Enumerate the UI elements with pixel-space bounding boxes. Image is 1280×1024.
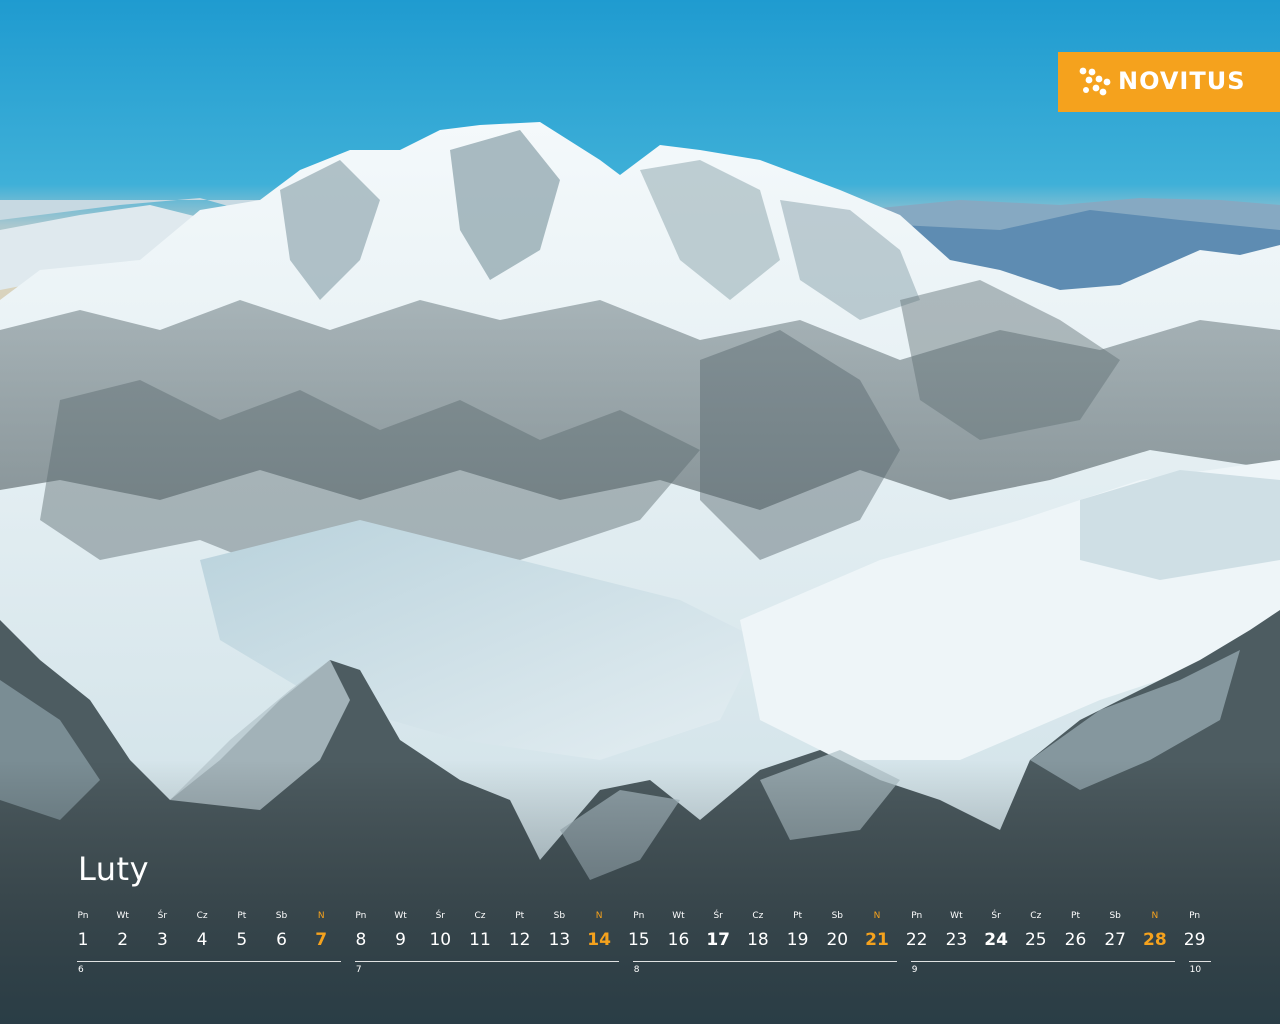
- mountain-wallpaper: [0, 0, 1280, 1024]
- month-title: Luty: [78, 850, 150, 888]
- novitus-logo: NOVITUS: [1058, 52, 1280, 112]
- brand-name: NOVITUS: [1118, 67, 1246, 95]
- logo-dots-icon: [1079, 67, 1111, 96]
